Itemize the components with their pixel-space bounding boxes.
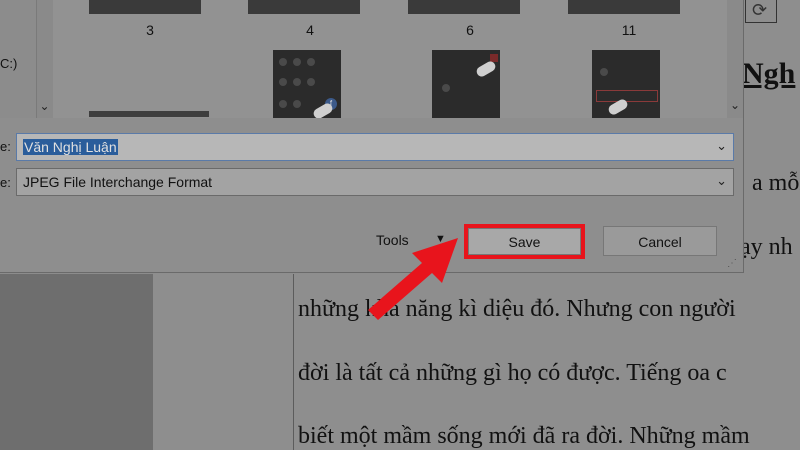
file-type-select[interactable]: JPEG File Interchange Format ⌄: [16, 168, 734, 196]
cancel-button[interactable]: Cancel: [603, 226, 717, 256]
file-name-input[interactable]: Văn Nghị Luận ⌄: [16, 133, 734, 161]
file-type-label: e:: [0, 175, 11, 190]
red-arrow-icon: [368, 238, 458, 320]
document-text-fragment: a mỗi: [752, 170, 800, 196]
document-line: biết một mầm sống mới đã ra đời. Những m…: [298, 423, 750, 449]
thumbnail-strip[interactable]: [568, 0, 680, 14]
file-thumbnail[interactable]: [432, 50, 500, 118]
file-name-value[interactable]: Văn Nghị Luận: [23, 139, 118, 155]
file-caption[interactable]: 4: [290, 22, 330, 38]
chevron-down-icon[interactable]: ⌄: [36, 96, 53, 116]
resize-grip-icon[interactable]: ⋰: [727, 258, 737, 269]
thumbnail-strip[interactable]: [408, 0, 520, 14]
file-caption[interactable]: 3: [130, 22, 170, 38]
thumbnail-partial[interactable]: [89, 111, 209, 117]
chevron-down-icon[interactable]: ⌄: [727, 95, 743, 115]
rotate-icon[interactable]: ⟳: [752, 0, 767, 21]
document-gutter: [0, 274, 153, 450]
file-caption[interactable]: 6: [450, 22, 490, 38]
save-highlight-box: [464, 224, 585, 259]
file-name-label: e:: [0, 139, 11, 154]
thumbnail-strip[interactable]: [89, 0, 201, 14]
file-list[interactable]: 3 4 6 11 f: [53, 0, 727, 118]
document-line: đời là tất cả những gì họ có được. Tiếng…: [298, 360, 727, 386]
file-thumbnail[interactable]: [592, 50, 660, 118]
nav-drive-label[interactable]: C:): [0, 56, 17, 71]
document-heading: Ngh: [742, 57, 796, 90]
navigation-pane[interactable]: C:): [0, 0, 36, 118]
page-margin-line: [293, 274, 294, 450]
chevron-down-icon[interactable]: ⌄: [716, 173, 727, 189]
file-type-value[interactable]: JPEG File Interchange Format: [23, 174, 212, 190]
chevron-down-icon[interactable]: ⌄: [716, 138, 727, 154]
file-caption[interactable]: 11: [609, 22, 649, 38]
file-thumbnail[interactable]: f: [273, 50, 341, 118]
thumbnail-strip[interactable]: [248, 0, 360, 14]
document-text-fragment: ạy nh: [740, 234, 793, 260]
